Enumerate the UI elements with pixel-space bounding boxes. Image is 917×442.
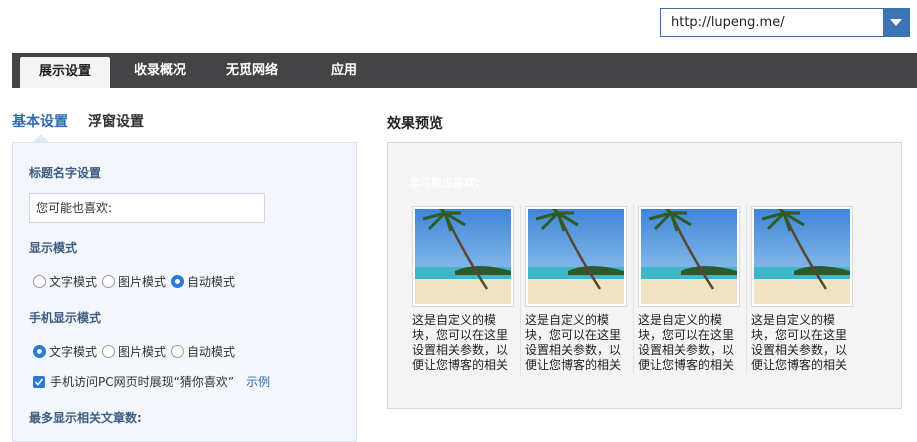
- radio-unchecked-icon[interactable]: [171, 345, 185, 358]
- display-mode-label: 显示模式: [29, 241, 78, 255]
- max-articles-label: 最多显示相关文章数:: [29, 411, 142, 425]
- subtab-floating-settings[interactable]: 浮窗设置: [88, 113, 144, 131]
- radio-unchecked-icon[interactable]: [102, 275, 116, 288]
- preview-title: 效果预览: [387, 116, 443, 132]
- beach-palm-image: [415, 205, 511, 304]
- mobile-mode-label: 手机显示模式: [29, 311, 102, 325]
- card-divider: [520, 204, 521, 374]
- active-subtab-caret: [33, 134, 49, 142]
- tab-indexing-overview[interactable]: 收录概况: [115, 53, 205, 88]
- beach-palm-image: [528, 205, 624, 304]
- tab-wumii-network[interactable]: 无觅网络: [207, 53, 297, 88]
- card-description: 这是自定义的模块，您可以在这里设置相关参数，以便让您博客的相关: [412, 313, 509, 372]
- dropdown-button[interactable]: [883, 9, 909, 36]
- beach-palm-image: [641, 205, 737, 304]
- radio-unchecked-icon[interactable]: [33, 275, 46, 288]
- display-mode-auto-option[interactable]: 自动模式: [171, 273, 235, 290]
- beach-thumbnail[interactable]: [525, 205, 627, 307]
- subtab-basic-settings[interactable]: 基本设置: [12, 113, 68, 131]
- main-tab-bar: 展示设置 收录概况 无觅网络 应用: [12, 53, 917, 88]
- settings-panel: [12, 142, 357, 442]
- preview-card[interactable]: 这是自定义的模块，您可以在这里设置相关参数，以便让您博客的相关: [412, 205, 514, 373]
- radio-checked-icon[interactable]: [33, 345, 46, 358]
- display-mode-image-option[interactable]: 图片模式: [102, 273, 166, 290]
- mobile-pc-checkbox-label: 手机访问PC网页时展现“猜你喜欢”: [50, 375, 235, 389]
- tab-apps[interactable]: 应用: [299, 53, 389, 88]
- beach-thumbnail[interactable]: [751, 205, 853, 307]
- mobile-mode-image-option[interactable]: 图片模式: [102, 343, 166, 360]
- radio-unchecked-icon[interactable]: [102, 345, 116, 358]
- card-divider: [633, 204, 634, 374]
- beach-palm-image: [754, 205, 850, 304]
- preview-card[interactable]: 这是自定义的模块，您可以在这里设置相关参数，以便让您博客的相关: [525, 205, 627, 373]
- card-divider: [746, 204, 747, 374]
- card-description: 这是自定义的模块，您可以在这里设置相关参数，以便让您博客的相关: [638, 313, 735, 372]
- preview-card[interactable]: 这是自定义的模块，您可以在这里设置相关参数，以便让您博客的相关: [751, 205, 853, 373]
- site-url-select[interactable]: http://lupeng.me/: [660, 8, 910, 37]
- beach-thumbnail[interactable]: [412, 205, 514, 307]
- checkbox-checked-icon[interactable]: [33, 375, 45, 388]
- mobile-mode-auto-option[interactable]: 自动模式: [171, 343, 235, 360]
- site-url-value: http://lupeng.me/: [671, 15, 785, 30]
- tab-display-settings[interactable]: 展示设置: [20, 57, 110, 88]
- display-mode-group: 文字模式 图片模式 自动模式: [33, 273, 240, 290]
- title-setting-label: 标题名字设置: [29, 166, 102, 180]
- preview-heading: 您可能也喜欢:: [409, 176, 480, 189]
- display-mode-text-option[interactable]: 文字模式: [33, 273, 97, 290]
- card-description: 这是自定义的模块，您可以在这里设置相关参数，以便让您博客的相关: [525, 313, 622, 372]
- preview-card[interactable]: 这是自定义的模块，您可以在这里设置相关参数，以便让您博客的相关: [638, 205, 740, 373]
- card-description: 这是自定义的模块，您可以在这里设置相关参数，以便让您博客的相关: [751, 313, 848, 372]
- radio-checked-icon[interactable]: [171, 275, 185, 288]
- mobile-pc-checkbox-row: 手机访问PC网页时展现“猜你喜欢” 示例: [33, 373, 270, 390]
- mobile-mode-text-option[interactable]: 文字模式: [33, 343, 97, 360]
- example-link[interactable]: 示例: [246, 373, 270, 390]
- triangle-down-icon: [890, 19, 902, 26]
- title-input[interactable]: 您可能也喜欢:: [29, 193, 265, 223]
- beach-thumbnail[interactable]: [638, 205, 740, 307]
- mobile-mode-group: 文字模式 图片模式 自动模式: [33, 343, 240, 360]
